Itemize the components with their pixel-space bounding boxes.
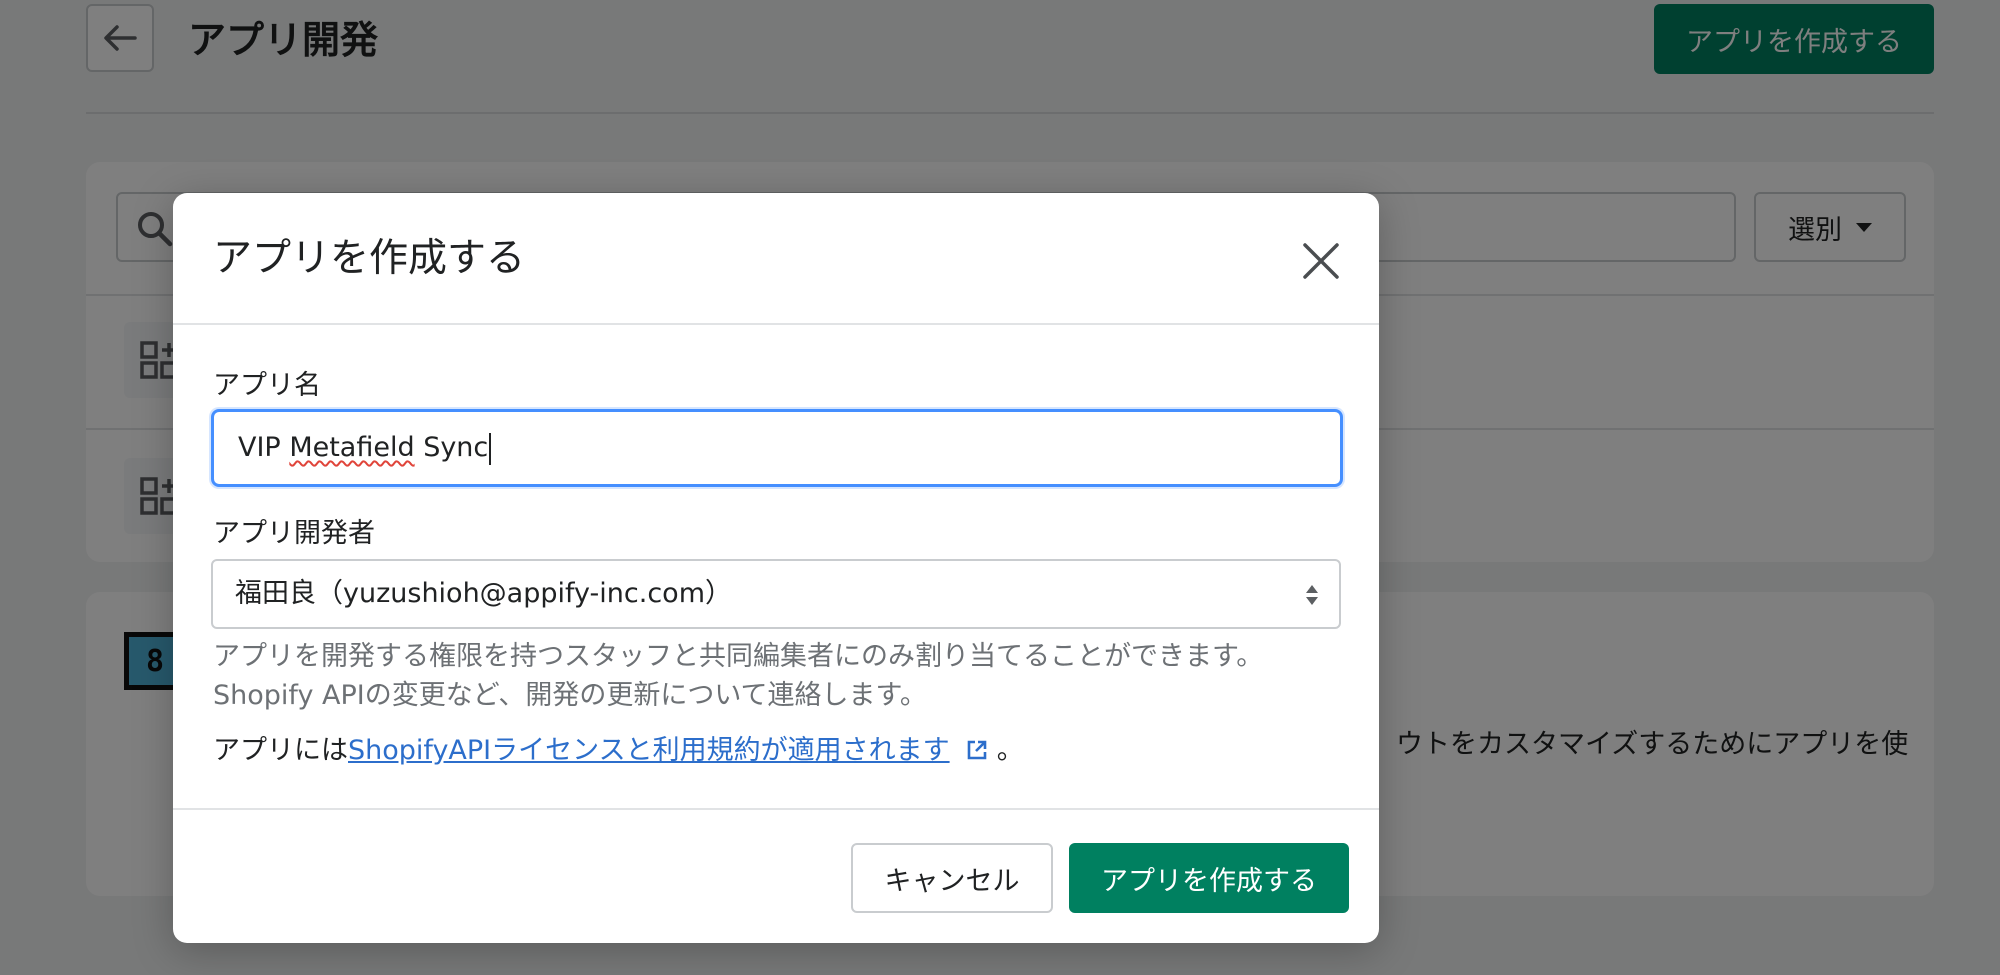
developer-help-text: アプリを開発する権限を持つスタッフと共同編集者にのみ割り当てることができます。 … bbox=[213, 637, 1263, 715]
cancel-button[interactable]: キャンセル bbox=[851, 843, 1053, 913]
developer-select-value: 福田良（yuzushioh@appify-inc.com） bbox=[235, 578, 732, 609]
license-prefix: アプリには bbox=[213, 735, 348, 766]
app-name-label: アプリ名 bbox=[213, 370, 321, 401]
modal-title: アプリを作成する bbox=[213, 236, 526, 281]
developer-select[interactable]: 福田良（yuzushioh@appify-inc.com） bbox=[211, 559, 1341, 629]
license-link[interactable]: ShopifyAPIライセンスと利用規約が適用されます bbox=[348, 735, 950, 766]
app-name-value: VIP Metafield Sync bbox=[238, 412, 492, 484]
create-app-modal: アプリを作成する アプリ名 VIP Metafield Sync アプリ開発者 … bbox=[173, 193, 1379, 943]
license-notice: アプリにはShopifyAPIライセンスと利用規約が適用されます 。 bbox=[213, 731, 1024, 771]
external-link-icon bbox=[967, 740, 987, 760]
close-icon bbox=[1303, 243, 1339, 279]
modal-header: アプリを作成する bbox=[173, 193, 1379, 325]
help-line: Shopify APIの変更など、開発の更新について連絡します。 bbox=[213, 680, 927, 711]
developer-label: アプリ開発者 bbox=[213, 518, 375, 549]
close-button[interactable] bbox=[1293, 233, 1349, 289]
help-line: アプリを開発する権限を持つスタッフと共同編集者にのみ割り当てることができます。 bbox=[213, 641, 1264, 672]
select-arrows-icon bbox=[1306, 585, 1318, 605]
text-cursor bbox=[489, 432, 492, 465]
modal-footer-divider bbox=[173, 808, 1379, 810]
license-suffix: 。 bbox=[996, 735, 1024, 766]
app-name-input[interactable]: VIP Metafield Sync bbox=[211, 409, 1343, 487]
create-app-submit-button[interactable]: アプリを作成する bbox=[1069, 843, 1349, 913]
